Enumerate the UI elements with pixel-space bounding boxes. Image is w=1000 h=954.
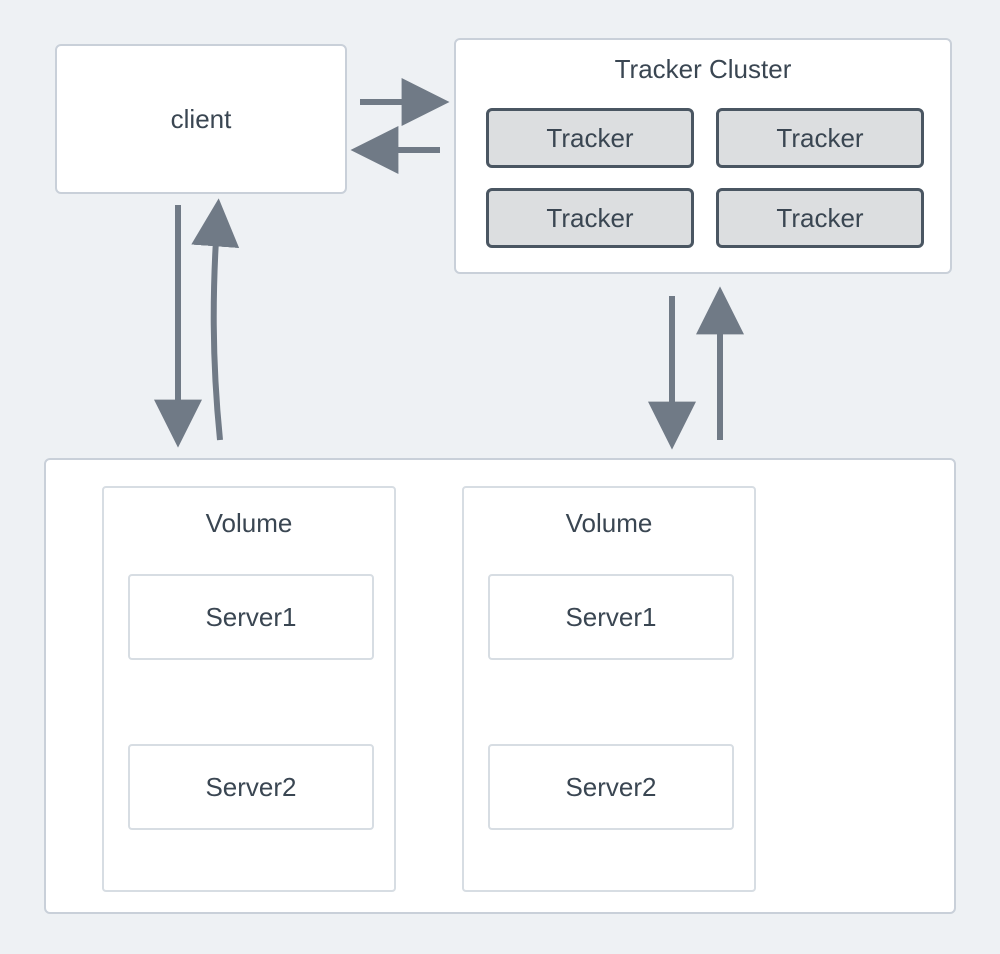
- volume-title-2: Volume: [464, 508, 754, 539]
- tracker-node-3: Tracker: [486, 188, 694, 248]
- volume-title-1: Volume: [104, 508, 394, 539]
- tracker-cluster-title: Tracker Cluster: [456, 54, 950, 85]
- tracker-node-label: Tracker: [546, 203, 633, 234]
- tracker-node-label: Tracker: [776, 203, 863, 234]
- client-box: client: [55, 44, 347, 194]
- server-box-1-1: Server1: [128, 574, 374, 660]
- server-box-2-2: Server2: [488, 744, 734, 830]
- server-box-2-1: Server1: [488, 574, 734, 660]
- tracker-node-label: Tracker: [776, 123, 863, 154]
- tracker-node-1: Tracker: [486, 108, 694, 168]
- server-box-1-2: Server2: [128, 744, 374, 830]
- client-label: client: [171, 104, 232, 135]
- server-label: Server1: [565, 602, 656, 633]
- storage-box: Volume Server1 Server2 Volume Server1 Se…: [44, 458, 956, 914]
- arrow-storage-to-client: [214, 208, 220, 440]
- server-label: Server2: [205, 772, 296, 803]
- server-label: Server1: [205, 602, 296, 633]
- tracker-node-2: Tracker: [716, 108, 924, 168]
- tracker-node-4: Tracker: [716, 188, 924, 248]
- tracker-cluster-box: Tracker Cluster Tracker Tracker Tracker …: [454, 38, 952, 274]
- volume-box-2: Volume Server1 Server2: [462, 486, 756, 892]
- volume-box-1: Volume Server1 Server2: [102, 486, 396, 892]
- tracker-node-label: Tracker: [546, 123, 633, 154]
- server-label: Server2: [565, 772, 656, 803]
